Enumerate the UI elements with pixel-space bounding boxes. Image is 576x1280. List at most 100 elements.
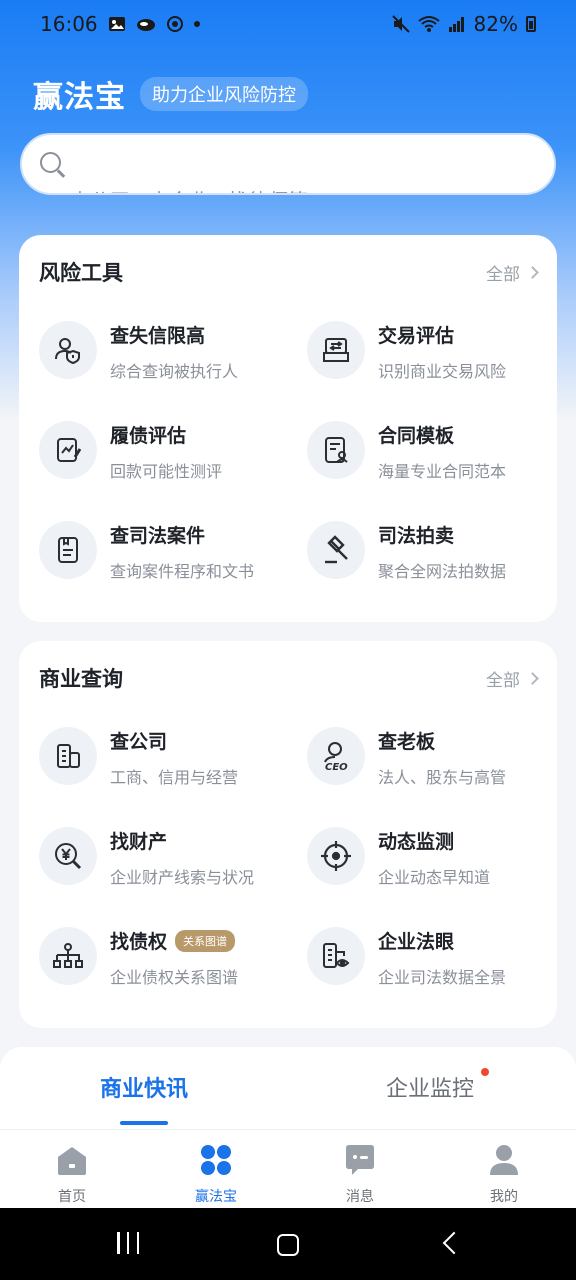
item-title: 动态监测 — [378, 831, 455, 853]
gallery-icon — [108, 17, 125, 31]
signal-icon — [448, 17, 464, 32]
brand-tagline: 助力企业风险防控 — [140, 77, 308, 111]
query-item-creditor[interactable]: 找债权 关系图谱 企业债权关系图谱 — [39, 923, 289, 993]
tray-exchange-icon — [307, 321, 365, 379]
item-subtitle: 回款可能性测评 — [110, 462, 223, 481]
building-icon — [39, 727, 97, 785]
notification-dot — [481, 1068, 489, 1076]
item-title: 企业法眼 — [378, 931, 455, 953]
item-subtitle: 识别商业交易风险 — [378, 362, 507, 381]
business-query-all-link[interactable]: 全部 — [486, 666, 539, 691]
item-subtitle: 海量专业合同范本 — [378, 462, 507, 481]
bottom-nav: 首页 赢法宝 消息 我的 — [0, 1129, 576, 1208]
item-subtitle: 工商、信用与经营 — [110, 768, 239, 787]
item-title: 找债权 关系图谱 — [110, 927, 236, 954]
nav-yingfabao-label: 赢法宝 — [195, 1189, 237, 1205]
org-tree-icon — [39, 927, 97, 985]
item-subtitle: 聚合全网法拍数据 — [378, 562, 507, 581]
recents-icon[interactable] — [117, 1232, 139, 1254]
item-subtitle: 企业动态早知道 — [378, 868, 491, 887]
grid-clover-icon — [198, 1142, 234, 1178]
all-label: 全部 — [486, 264, 520, 285]
contract-icon — [307, 421, 365, 479]
nav-mine[interactable]: 我的 — [464, 1142, 544, 1206]
wifi-icon — [417, 16, 440, 32]
risk-tools-card: 风险工具 全部 查失信限高 综合查询被执行人 交易评估 识别商业交易风险 履债评… — [19, 235, 557, 622]
item-subtitle: 企业债权关系图谱 — [110, 968, 239, 987]
svg-text:CEO: CEO — [325, 762, 348, 772]
item-title: 合同模板 — [378, 425, 455, 447]
status-bar: 16:06 82% — [0, 0, 576, 48]
all-label: 全部 — [486, 670, 520, 691]
item-title: 交易评估 — [378, 325, 455, 347]
home-icon — [54, 1142, 90, 1178]
mute-icon — [391, 15, 410, 33]
search-hint: 查公司 · 查企业 · 找律师等 — [70, 185, 308, 193]
dot-icon — [193, 21, 200, 27]
item-subtitle: 查询案件程序和文书 — [110, 562, 255, 581]
item-subtitle: 企业财产线索与状况 — [110, 868, 255, 887]
feed-tabs: 商业快讯 企业监控 — [0, 1047, 576, 1129]
brand-header: 赢法宝 助力企业风险防控 — [33, 72, 308, 116]
search-input[interactable]: 查公司 · 查企业 · 找律师等 — [20, 133, 556, 195]
nav-home-label: 首页 — [58, 1189, 86, 1205]
battery-text: 82% — [473, 12, 518, 36]
risk-tools-title: 风险工具 — [39, 261, 123, 285]
ceo-icon: CEO — [307, 727, 365, 785]
query-item-legal-eye[interactable]: 企业法眼 企业司法数据全景 — [307, 923, 557, 993]
tool-item-shixin[interactable]: 查失信限高 综合查询被执行人 — [39, 317, 289, 387]
target-icon — [166, 16, 183, 32]
crosshair-icon — [307, 827, 365, 885]
business-query-header: 商业查询 全部 — [39, 663, 539, 693]
query-item-monitor[interactable]: 动态监测 企业动态早知道 — [307, 823, 557, 893]
yen-search-icon — [39, 827, 97, 885]
business-query-card: 商业查询 全部 查公司 工商、信用与经营 CEO 查老板 法人、股东与高管 找财… — [19, 641, 557, 1028]
item-subtitle: 法人、股东与高管 — [378, 768, 507, 787]
item-subtitle: 企业司法数据全景 — [378, 968, 507, 987]
home-button-icon[interactable] — [277, 1234, 299, 1256]
search-icon — [38, 150, 66, 178]
tool-item-lvzhai[interactable]: 履债评估 回款可能性测评 — [39, 417, 289, 487]
nav-mine-label: 我的 — [490, 1189, 518, 1205]
relation-graph-badge: 关系图谱 — [175, 929, 236, 952]
risk-tools-all-link[interactable]: 全部 — [486, 260, 539, 285]
tool-item-hetong[interactable]: 合同模板 海量专业合同范本 — [307, 417, 557, 487]
page-title: 赢法宝 — [33, 80, 126, 115]
tool-item-paimai[interactable]: 司法拍卖 聚合全网法拍数据 — [307, 517, 557, 587]
item-title: 查失信限高 — [110, 325, 206, 347]
tool-item-sifa-anjian[interactable]: 查司法案件 查询案件程序和文书 — [39, 517, 289, 587]
system-nav-bar — [0, 1208, 576, 1280]
chart-pen-icon — [39, 421, 97, 479]
query-item-assets[interactable]: 找财产 企业财产线索与状况 — [39, 823, 289, 893]
item-title: 履债评估 — [110, 425, 187, 447]
chevron-right-icon — [526, 265, 539, 279]
nav-yingfabao[interactable]: 赢法宝 — [176, 1142, 256, 1206]
query-item-boss[interactable]: CEO 查老板 法人、股东与高管 — [307, 723, 557, 793]
tab-business-news[interactable]: 商业快讯 — [100, 1071, 188, 1103]
building-eye-icon — [307, 927, 365, 985]
active-tab-indicator — [120, 1121, 168, 1125]
item-title: 查公司 — [110, 731, 168, 753]
status-time: 16:06 — [40, 12, 98, 36]
nav-messages[interactable]: 消息 — [320, 1142, 400, 1206]
cloud-icon — [136, 19, 155, 31]
item-subtitle: 综合查询被执行人 — [110, 362, 239, 381]
item-title: 查老板 — [378, 731, 436, 753]
item-title: 查司法案件 — [110, 525, 206, 547]
nav-messages-label: 消息 — [346, 1189, 374, 1205]
business-query-title: 商业查询 — [39, 667, 123, 691]
item-title: 找财产 — [110, 831, 168, 853]
risk-tools-header: 风险工具 全部 — [39, 257, 539, 287]
item-title: 司法拍卖 — [378, 525, 455, 547]
chat-icon — [342, 1142, 378, 1178]
tool-item-jiaoyi[interactable]: 交易评估 识别商业交易风险 — [307, 317, 557, 387]
gavel-icon — [307, 521, 365, 579]
query-item-company[interactable]: 查公司 工商、信用与经营 — [39, 723, 289, 793]
back-icon[interactable] — [442, 1231, 466, 1255]
nav-home[interactable]: 首页 — [32, 1142, 112, 1206]
battery-icon — [526, 16, 536, 32]
tab-enterprise-monitor[interactable]: 企业监控 — [386, 1071, 474, 1103]
chevron-right-icon — [526, 671, 539, 685]
case-file-icon — [39, 521, 97, 579]
user-icon — [486, 1142, 522, 1178]
